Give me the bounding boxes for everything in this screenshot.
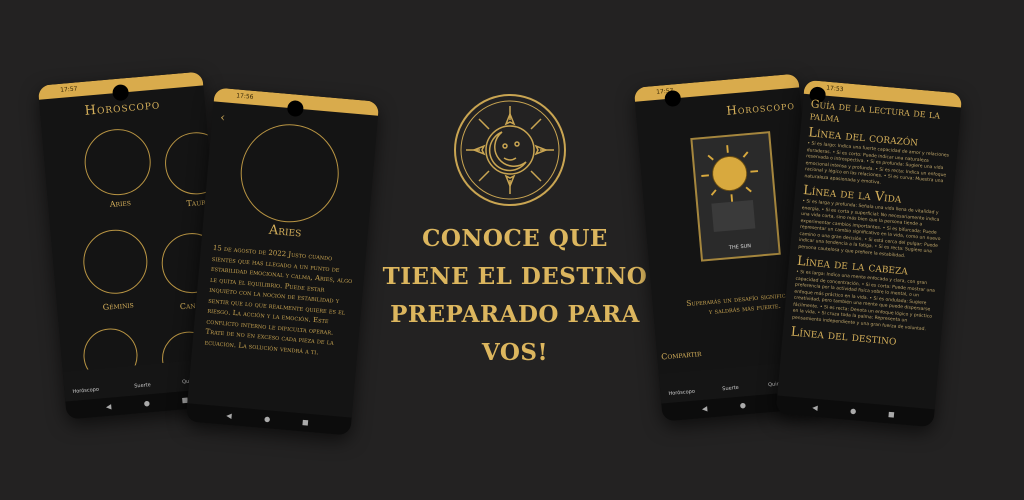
home-icon[interactable]: ● <box>850 407 858 416</box>
headline-line-1: CONOCE QUE <box>422 225 608 252</box>
aries-emblem-icon <box>236 120 343 227</box>
phone-aries-detail: 17:56 ‹ Aries 15 de agosto de 2022 Justo… <box>185 87 380 436</box>
card-label: THE SUN <box>728 243 752 252</box>
sun-card-icon <box>701 145 759 232</box>
recents-icon[interactable]: ■ <box>302 418 310 427</box>
camera-notch <box>286 99 305 118</box>
headline-line-3: PREPARADO PARA <box>390 301 640 328</box>
phone-palm-guide: 17:53 Guía de la lectura de la palma Lín… <box>775 79 963 428</box>
sun-moon-logo-icon <box>454 94 566 206</box>
horoscope-text: 15 de agosto de 2022 Justo cuando siente… <box>204 243 353 356</box>
home-icon[interactable]: ● <box>264 415 272 424</box>
home-icon[interactable]: ● <box>739 401 747 410</box>
tab-horoscopo[interactable]: Horóscopo <box>668 389 695 397</box>
home-icon[interactable]: ● <box>143 399 151 408</box>
section-text-head: • Si es larga: Indica una mente enfocada… <box>791 269 936 332</box>
section-text-life: • Si es larga y profunda: Señala una vid… <box>798 198 941 259</box>
tab-suerte[interactable]: Suerte <box>722 385 739 392</box>
headline-line-4: VOS! <box>481 339 549 366</box>
sign-label-aries: Aries <box>109 198 132 209</box>
geminis-icon[interactable] <box>80 227 151 297</box>
system-nav-bar: ◀ ● ■ <box>185 403 352 436</box>
tab-suerte[interactable]: Suerte <box>134 382 151 389</box>
back-icon[interactable]: ◀ <box>226 412 234 420</box>
back-icon[interactable]: ◀ <box>812 404 820 412</box>
promo-headline: CONOCE QUE TIENE EL DESTINO PREPARADO PA… <box>370 220 660 372</box>
camera-notch <box>664 89 682 108</box>
back-icon[interactable]: ◀ <box>702 405 710 413</box>
tab-horoscopo[interactable]: Horóscopo <box>72 387 99 395</box>
sign-label-geminis: Géminis <box>102 300 135 312</box>
system-nav-bar: ◀ ● ■ <box>775 395 935 428</box>
headline-line-2: TIENE EL DESTINO <box>382 263 648 290</box>
recents-icon[interactable]: ■ <box>888 410 896 419</box>
aries-icon[interactable] <box>81 126 154 198</box>
camera-notch <box>111 83 130 102</box>
back-arrow-icon[interactable]: ‹ <box>220 110 226 124</box>
status-bar: 17:57 <box>633 73 800 102</box>
back-icon[interactable]: ◀ <box>106 403 114 411</box>
share-button[interactable]: Compartir <box>661 349 702 361</box>
tarot-card[interactable]: THE SUN <box>690 131 781 262</box>
